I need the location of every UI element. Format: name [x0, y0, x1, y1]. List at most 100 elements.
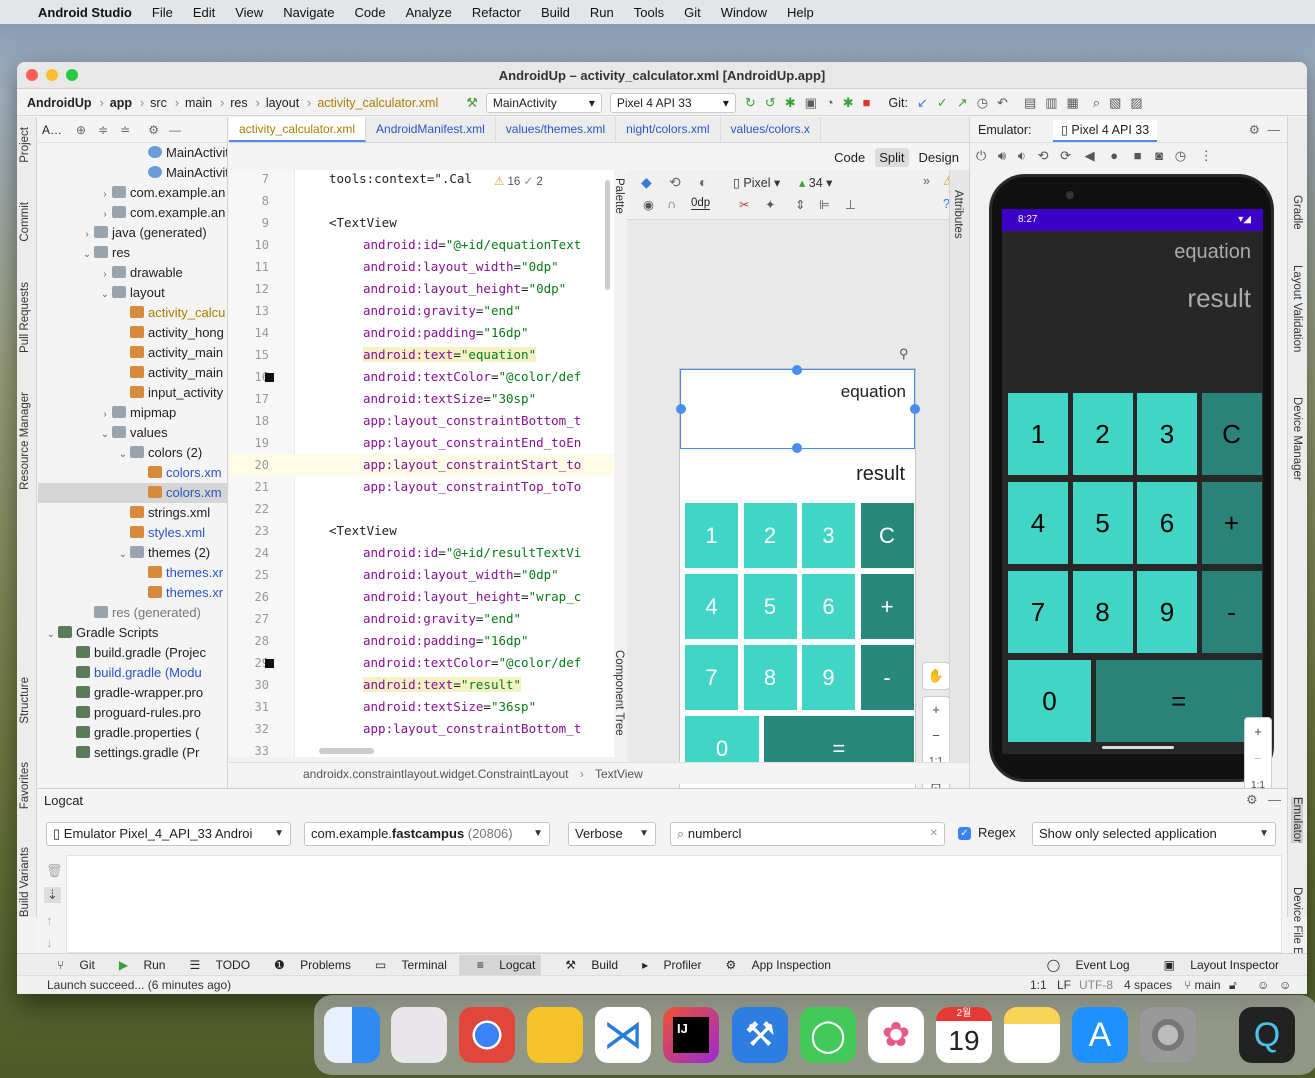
tool-layout-validation[interactable]: Layout Validation [1291, 265, 1303, 352]
tree-item[interactable]: ⌄ Gradle Scripts [38, 623, 227, 643]
regex-checkbox[interactable]: ✓ [958, 827, 971, 840]
snapshot-icon[interactable]: ◷ [1175, 148, 1186, 163]
menu-window[interactable]: Window [721, 5, 767, 20]
volume-up-icon[interactable]: 🔊︎ [998, 148, 1006, 163]
tree-item[interactable]: styles.xml [38, 523, 227, 543]
tab-values-colors[interactable]: values/colors.x [721, 117, 821, 142]
key-clear[interactable]: C [860, 503, 914, 568]
menu-help[interactable]: Help [787, 5, 814, 20]
clear-constraints-icon[interactable]: ✂ [739, 197, 749, 212]
tree-item[interactable]: ⌄ themes (2) [38, 543, 227, 563]
up-icon[interactable]: ↑ [46, 913, 53, 928]
tool-terminal[interactable]: ▭ Terminal [363, 958, 447, 972]
intellij-icon[interactable]: IJ [663, 1007, 719, 1063]
tree-item[interactable]: settings.gradle (Pr [38, 743, 227, 763]
default-margin[interactable]: 0dp [691, 197, 711, 210]
home-icon[interactable]: ● [1110, 148, 1118, 163]
magnet-icon[interactable]: ∩ [667, 197, 676, 211]
key-0[interactable]: 0 [1008, 660, 1091, 742]
code-line[interactable]: 30 android:text="result" [229, 674, 614, 696]
code-line[interactable]: 7 tools:context=".Cal [229, 170, 614, 190]
gear-icon[interactable]: ⚙ [1249, 117, 1260, 143]
logcat-search-input[interactable]: ⌕ numbercl ✕ [670, 822, 945, 846]
hide-icon[interactable]: — [1268, 792, 1281, 807]
tool-favorites[interactable]: Favorites [19, 762, 31, 809]
code-line[interactable]: 29 android:textColor="@color/def [229, 652, 614, 674]
tree-item[interactable]: build.gradle (Projec [38, 643, 227, 663]
search-icon[interactable]: ⌕ [1093, 95, 1100, 111]
tree-item[interactable]: activity_main [38, 363, 227, 383]
minimize-window-button[interactable] [46, 69, 58, 81]
eye-icon[interactable]: ◉ [643, 197, 654, 212]
tool-commit[interactable]: Commit [19, 202, 31, 242]
menu-edit[interactable]: Edit [193, 5, 215, 20]
tool-git[interactable]: ⑂ Git [45, 958, 95, 972]
hide-icon[interactable]: — [169, 123, 181, 137]
tree-item[interactable]: activity_main [38, 343, 227, 363]
chevron-down-icon[interactable]: ⌄ [80, 245, 94, 265]
logcat-level-select[interactable]: Verbose ▼ [568, 822, 656, 846]
tree-item[interactable]: proguard-rules.pro [38, 703, 227, 723]
file-encoding[interactable]: UTF-8 [1079, 976, 1113, 994]
code-line[interactable]: 21 app:layout_constraintTop_toTo [229, 476, 614, 498]
system-settings-icon[interactable] [1140, 1007, 1196, 1063]
tree-item[interactable]: colors.xm [38, 483, 227, 503]
tool-app-inspection[interactable]: ⚙ App Inspection [713, 958, 831, 972]
pan-icon[interactable]: ✋ [922, 662, 950, 690]
tab-values-themes[interactable]: values/themes.xml [496, 117, 617, 142]
code-line[interactable]: 15 android:text="equation" [229, 344, 614, 366]
code-line[interactable]: 19 app:layout_constraintEnd_toEn [229, 432, 614, 454]
code-editor[interactable]: 7 tools:context=".Cal 8 9 <TextView 10 andro… [229, 170, 614, 757]
clear-icon[interactable]: ✕ [930, 823, 938, 845]
code-line[interactable]: 8 [229, 190, 614, 212]
stop-icon[interactable]: ■ [863, 95, 871, 110]
code-line[interactable]: 13 android:gravity="end" [229, 300, 614, 322]
indent-setting[interactable]: 4 spaces [1124, 976, 1172, 994]
tree-item[interactable]: themes.xr [38, 563, 227, 583]
code-line[interactable]: 16 android:textColor="@color/def [229, 366, 614, 388]
camera-icon[interactable]: ◙ [1155, 148, 1163, 163]
notes-icon[interactable] [1004, 1007, 1060, 1063]
key-equals[interactable]: = [1096, 660, 1262, 742]
photos-icon[interactable]: ✿ [868, 1007, 924, 1063]
key-minus[interactable]: - [860, 645, 914, 710]
constraint-handle-end[interactable] [910, 404, 920, 414]
code-line[interactable]: 22 [229, 498, 614, 520]
code-line[interactable]: 12 android:layout_height="0dp" [229, 278, 614, 300]
breadcrumb-module[interactable]: app [110, 96, 132, 110]
tab-night-colors[interactable]: night/colors.xml [616, 117, 721, 142]
logcat-output[interactable] [66, 855, 1282, 953]
infer-constraints-icon[interactable]: ✦ [765, 197, 775, 212]
device-select[interactable]: Pixel 4 API 33 ▾ [609, 92, 736, 113]
avd-icon[interactable]: ▦ [1067, 95, 1079, 111]
zoom-out-icon[interactable]: − [1245, 745, 1271, 772]
tree-item[interactable]: input_activity [38, 383, 227, 403]
tool-pull-requests[interactable]: Pull Requests [19, 282, 31, 353]
layout-preview[interactable]: equation result 1 2 3 C 4 5 6 +7 8 9-0 = [676, 365, 920, 791]
android-studio-icon[interactable] [527, 1007, 583, 1063]
tree-item[interactable]: › java (generated) [38, 223, 227, 243]
tree-item[interactable]: ⌄ res [38, 243, 227, 263]
code-line[interactable]: 9 <TextView [229, 212, 614, 234]
app-store-icon[interactable]: A [1072, 1007, 1128, 1063]
zoom-in-icon[interactable]: + [1245, 718, 1271, 745]
lock-icon[interactable]: 🔓︎ [1229, 976, 1237, 994]
chevron-down-icon[interactable]: ⌄ [44, 625, 58, 645]
git-update-icon[interactable]: ↙ [917, 95, 928, 111]
tool-palette[interactable]: Palette [613, 178, 625, 214]
key-3[interactable]: 3 [802, 503, 855, 568]
key-clear[interactable]: C [1201, 393, 1262, 475]
smiley-icon[interactable]: ☺ [1257, 976, 1269, 994]
coverage-icon[interactable]: ✱ [843, 95, 854, 111]
zoom-out-icon[interactable]: − [923, 723, 949, 749]
finder-icon[interactable] [324, 1007, 380, 1063]
code-line[interactable]: 11 android:layout_width="0dp" [229, 256, 614, 278]
breadcrumb-project[interactable]: AndroidUp [27, 96, 92, 110]
code-line[interactable]: 25 android:layout_width="0dp" [229, 564, 614, 586]
tree-item[interactable]: colors.xm [38, 463, 227, 483]
expand-all-icon[interactable]: ≑ [98, 123, 108, 137]
tool-build-variants[interactable]: Build Variants [19, 847, 31, 917]
gesture-bar[interactable] [1102, 746, 1174, 749]
tool-resource-manager[interactable]: Resource Manager [19, 392, 31, 490]
zoom-in-icon[interactable]: + [923, 697, 949, 723]
